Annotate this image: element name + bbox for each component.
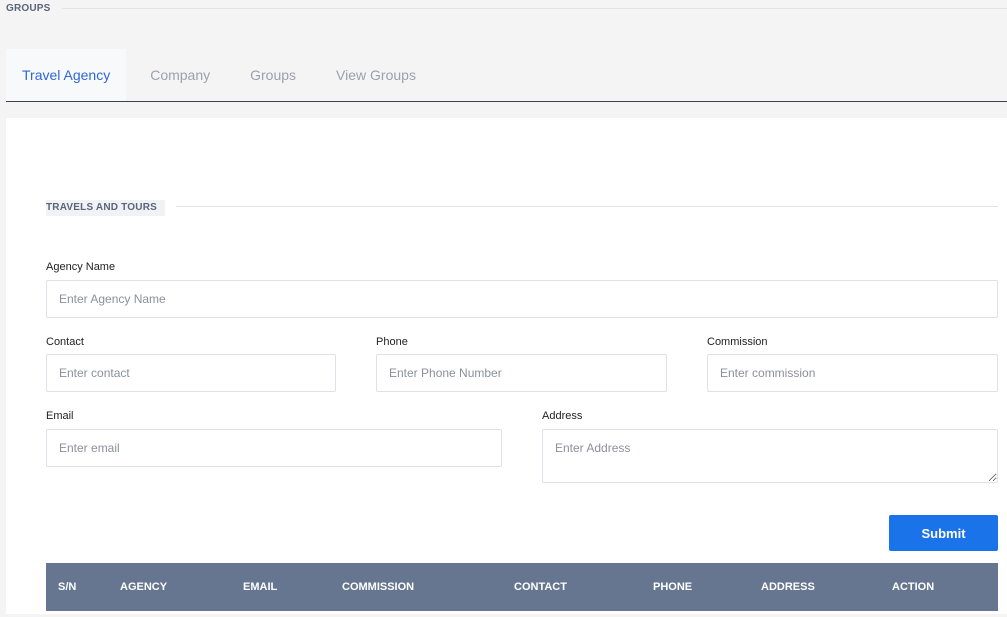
email-label: Email bbox=[46, 410, 74, 422]
commission-input[interactable] bbox=[707, 354, 998, 392]
tab-travel-agency[interactable]: Travel Agency bbox=[6, 49, 127, 101]
column-header-email: EMAIL bbox=[243, 581, 278, 593]
contact-input[interactable] bbox=[46, 354, 336, 392]
contact-label: Contact bbox=[46, 336, 84, 348]
column-header-sn: S/N bbox=[58, 581, 77, 593]
agency-name-input[interactable] bbox=[46, 280, 998, 318]
tab-groups[interactable]: Groups bbox=[234, 49, 312, 101]
table-header-row: S/N AGENCY EMAIL COMMISSION CONTACT PHON… bbox=[46, 563, 998, 611]
header-divider bbox=[62, 8, 1007, 9]
submit-button[interactable]: Submit bbox=[889, 515, 998, 551]
tab-company[interactable]: Company bbox=[134, 49, 226, 101]
address-label: Address bbox=[542, 410, 583, 422]
phone-input[interactable] bbox=[376, 354, 667, 392]
phone-label: Phone bbox=[376, 336, 408, 348]
address-textarea[interactable] bbox=[542, 429, 998, 483]
column-header-phone: PHONE bbox=[653, 581, 693, 593]
commission-label: Commission bbox=[707, 336, 768, 348]
tab-view-groups[interactable]: View Groups bbox=[320, 49, 432, 101]
tab-bar: Travel Agency Company Groups View Groups bbox=[6, 49, 1007, 102]
email-input[interactable] bbox=[46, 429, 502, 467]
page-title: GROUPS bbox=[6, 3, 51, 14]
column-header-contact: CONTACT bbox=[514, 581, 567, 593]
section-title: TRAVELS AND TOURS bbox=[46, 200, 165, 216]
column-header-agency: AGENCY bbox=[120, 581, 168, 593]
agency-name-label: Agency Name bbox=[46, 261, 116, 273]
column-header-commission: COMMISSION bbox=[342, 581, 415, 593]
column-header-action: ACTION bbox=[892, 581, 935, 593]
page-header: GROUPS bbox=[0, 0, 1007, 20]
column-header-address: ADDRESS bbox=[761, 581, 815, 593]
travel-agency-form-card: TRAVELS AND TOURS Agency Name Contact Ph… bbox=[6, 118, 1007, 614]
section-divider bbox=[176, 206, 998, 207]
